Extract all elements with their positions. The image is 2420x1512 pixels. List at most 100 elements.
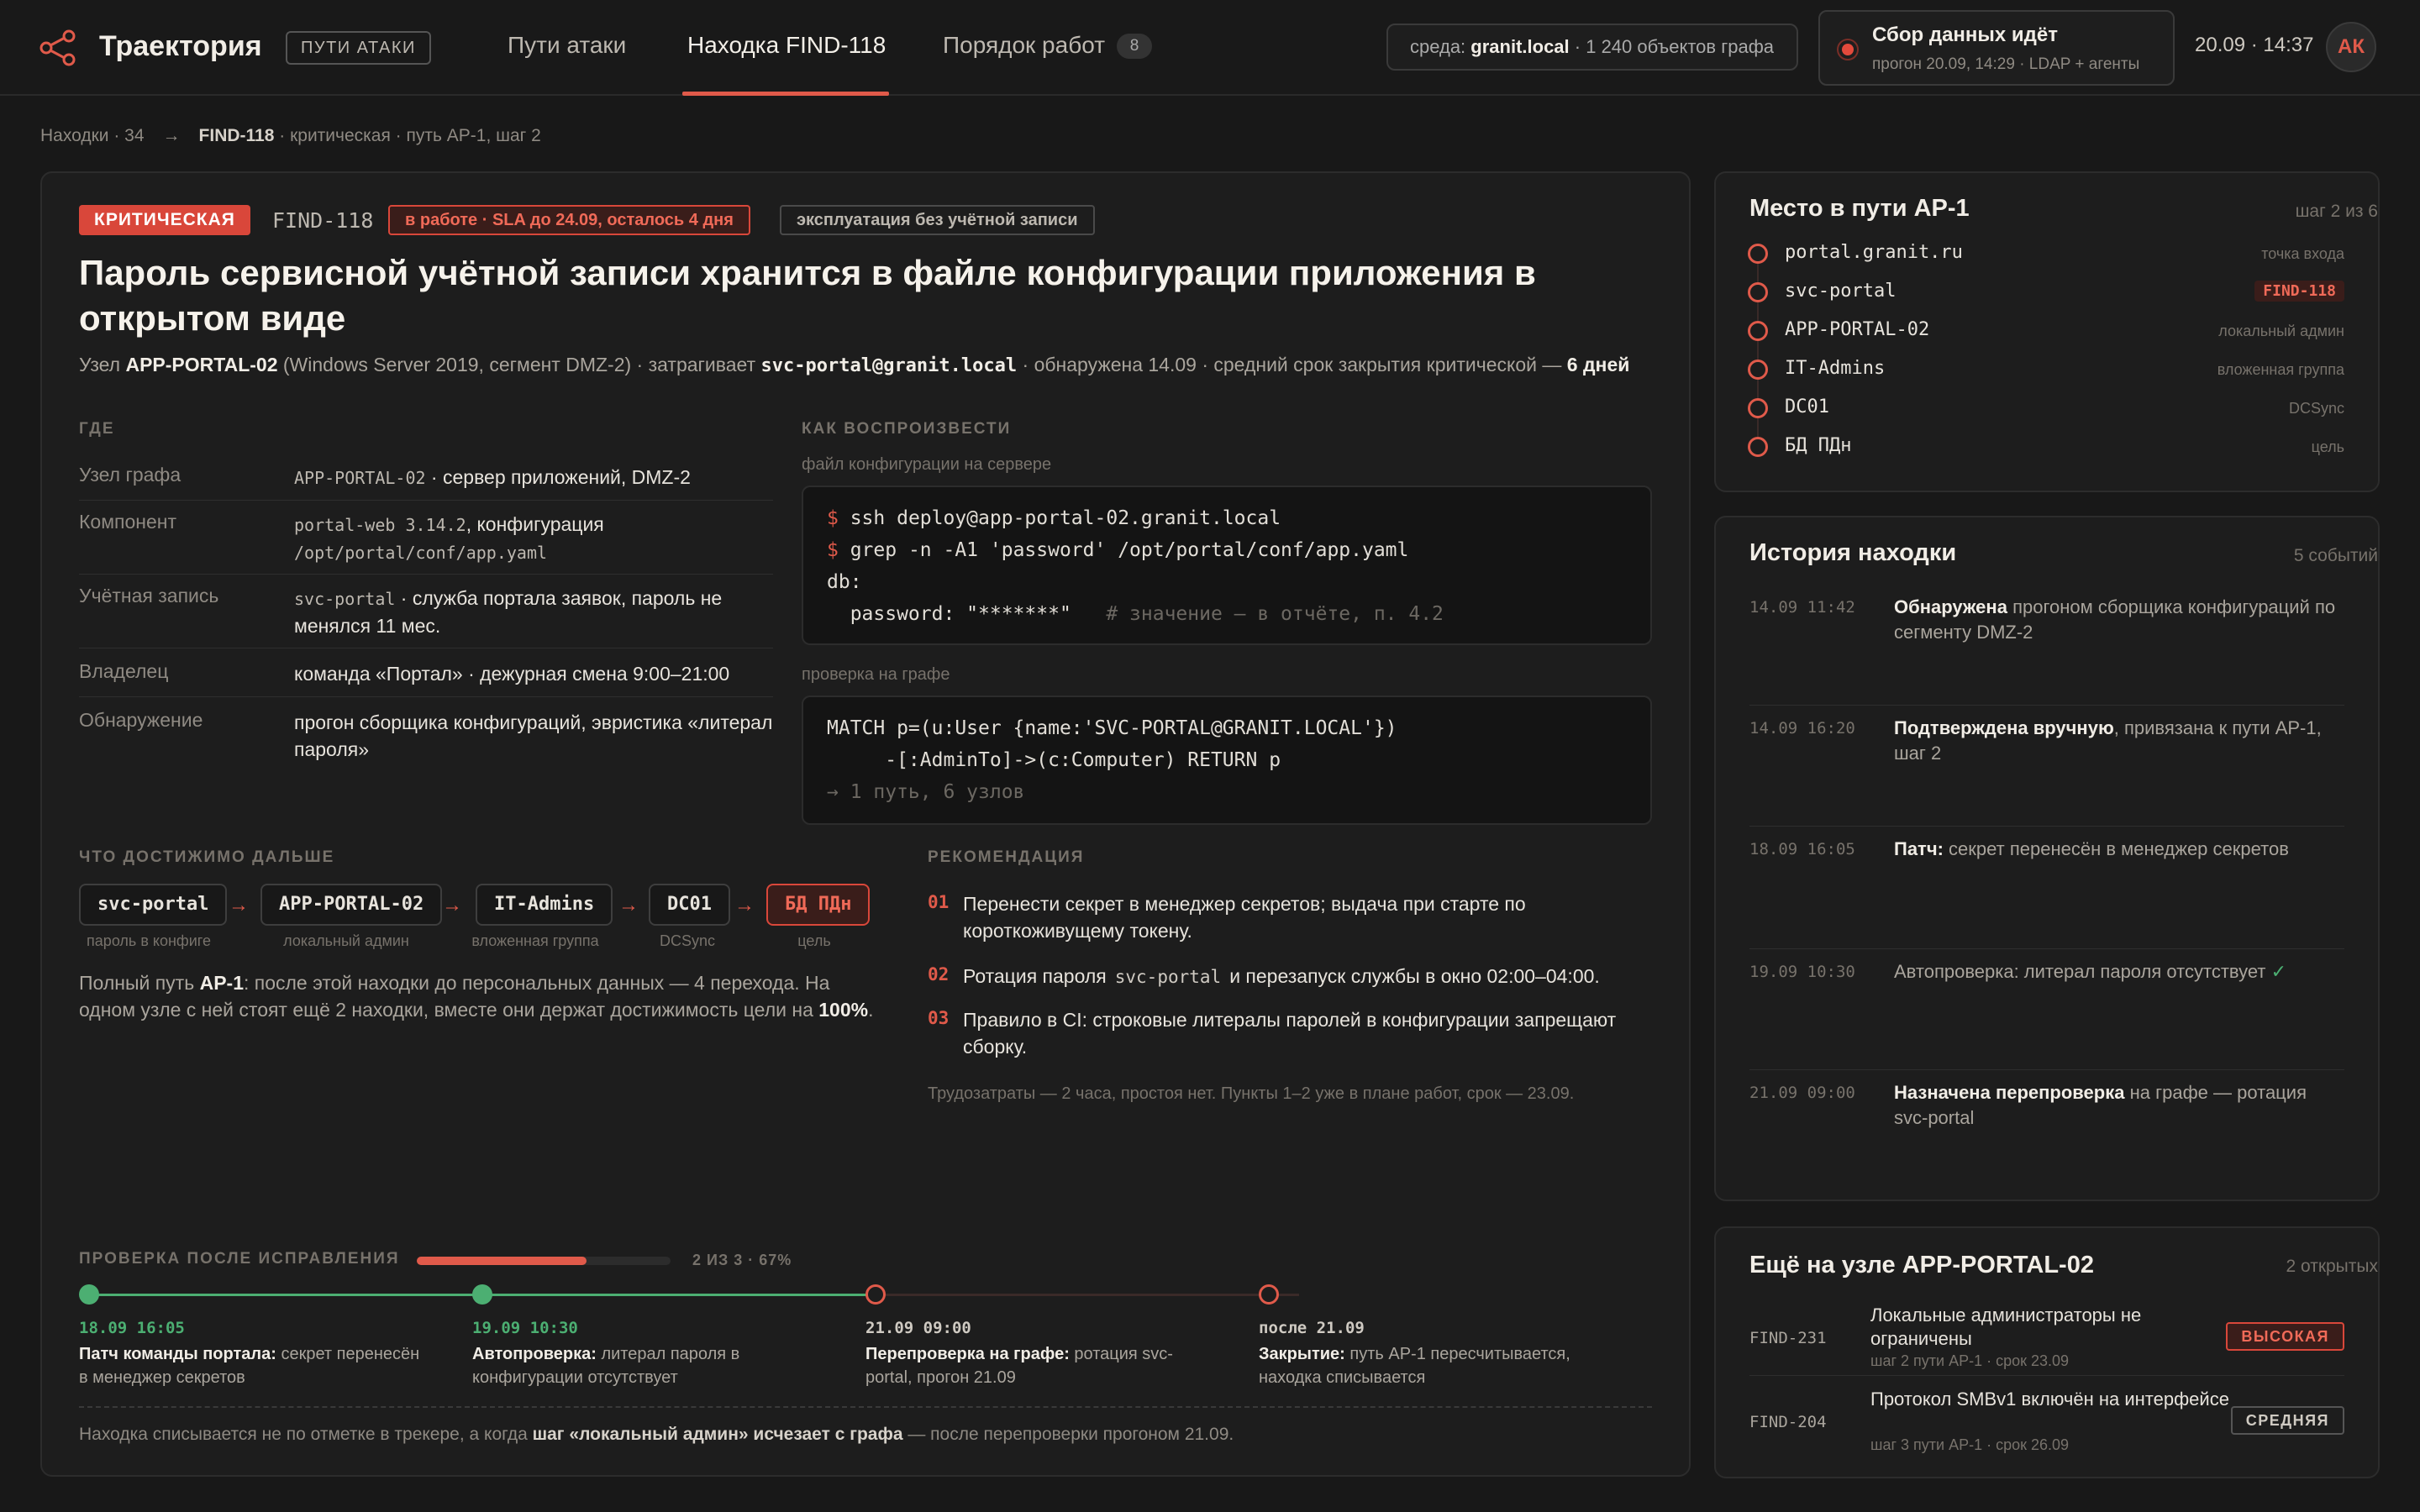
breadcrumb-current: FIND-118 <box>198 126 275 145</box>
reach-text: Полный путь <box>79 972 200 994</box>
graph-logo-icon <box>39 29 76 66</box>
tab-attack-paths[interactable]: Пути атаки <box>508 32 626 59</box>
finding-id: FIND-118 <box>272 208 374 233</box>
path-node[interactable]: APP-PORTAL-02 локальный админ <box>1748 316 2344 349</box>
recommendation-item: 03 Правило в CI: строковые литералы паро… <box>928 1006 1650 1065</box>
verify-label: ПРОВЕРКА ПОСЛЕ ИСПРАВЛЕНИЯ <box>79 1250 400 1268</box>
path-node[interactable]: БД ПДн цель <box>1748 432 2344 465</box>
server-code-block[interactable]: $ ssh deploy@app-portal-02.granit.local … <box>802 486 1652 645</box>
step-date: 18.09 16:05 <box>79 1319 185 1337</box>
chain-node[interactable]: APP-PORTAL-02 <box>260 884 443 926</box>
rec-number: 01 <box>928 892 950 912</box>
sla-badge: в работе · SLA до 24.09, осталось 4 дня <box>388 205 750 235</box>
path-node-current[interactable]: svc-portal FIND-118 <box>1748 277 2344 311</box>
event-date: 14.09 11:42 <box>1749 598 1855 617</box>
path-panel-meta: шаг 2 из 6 <box>2295 202 2378 221</box>
collection-detail: прогон 20.09, 14:29 · LDAP + агенты <box>1872 55 2140 73</box>
event-date: 18.09 16:05 <box>1749 840 1855 858</box>
step-title: Закрытие: <box>1259 1345 1345 1363</box>
shell-prompt: $ <box>827 507 839 529</box>
step-date: 19.09 10:30 <box>472 1319 578 1337</box>
step-date: после 21.09 <box>1259 1319 1365 1337</box>
path-node[interactable]: portal.granit.ru точка входа <box>1748 239 2344 272</box>
footnote-emphasis: шаг «локальный админ» исчезает с графа <box>532 1425 903 1444</box>
code-line: MATCH p=(u:User {name:'SVC-PORTAL@GRANIT… <box>827 717 1397 739</box>
event-date: 14.09 16:20 <box>1749 719 1855 738</box>
arrow-right-icon: → <box>734 894 755 916</box>
tab-work-order[interactable]: Порядок работ 8 <box>943 32 1153 59</box>
node-name: APP-PORTAL-02 <box>1785 319 1930 340</box>
event-text: Патч: секрет перенесён в менеджер секрет… <box>1894 837 2344 862</box>
summary-text: (Windows Server 2019, сегмент DMZ-2) · з… <box>277 354 761 375</box>
event-title: Назначена перепроверка <box>1894 1082 2125 1103</box>
chain-node[interactable]: svc-portal <box>79 884 228 926</box>
timeline-dot-pending <box>865 1284 886 1305</box>
node-role: локальный админ <box>2218 323 2344 339</box>
environment-selector[interactable]: среда: granit.local · 1 240 объектов гра… <box>1386 24 1798 71</box>
rec-text-part: и перезапуск службы в окно 02:00–04:00. <box>1229 965 1600 987</box>
kv-mono-path: /opt/portal/conf/app.yaml <box>294 543 548 563</box>
env-suffix: · 1 240 объектов графа <box>1574 36 1775 57</box>
kv-value: svc-portal · служба портала заявок, паро… <box>294 585 773 639</box>
event-desc: Автопроверка: литерал пароля отсутствует <box>1894 961 2266 982</box>
env-prefix: среда: <box>1410 36 1466 57</box>
history-event: 19.09 10:30 Автопроверка: литерал пароля … <box>1749 959 2344 1070</box>
node-dot-icon <box>1748 244 1768 264</box>
event-title: Патч: <box>1894 838 1944 859</box>
history-event: 18.09 16:05 Патч: секрет перенесён в мене… <box>1749 837 2344 949</box>
arrow-right-icon: → <box>618 894 639 916</box>
chain-node[interactable]: DC01 <box>649 884 730 926</box>
other-finding-id: FIND-231 <box>1749 1329 1827 1347</box>
collection-title: Сбор данных идёт <box>1872 24 2059 46</box>
path-node[interactable]: DC01 DCSync <box>1748 393 2344 427</box>
effort-note: Трудозатраты — 2 часа, простоя нет. Пунк… <box>928 1084 1575 1103</box>
verify-progress-fill <box>417 1257 587 1265</box>
graph-code-block[interactable]: MATCH p=(u:User {name:'SVC-PORTAL@GRANIT… <box>802 696 1652 825</box>
kv-key: Компонент <box>79 511 176 533</box>
chain-node-target[interactable]: БД ПДн <box>766 884 871 926</box>
rec-number: 03 <box>928 1008 950 1028</box>
history-event: 14.09 16:20 Подтверждена вручную, привяза… <box>1749 716 2344 827</box>
reach-text: . <box>868 999 874 1021</box>
chain-caption: DCSync <box>659 932 715 949</box>
code-comment: # значение — в отчёте, п. 4.2 <box>1071 603 1444 625</box>
kv-key: Владелец <box>79 660 169 682</box>
step-title: Патч команды портала: <box>79 1345 276 1363</box>
severity-badge-high: ВЫСОКАЯ <box>2226 1322 2344 1351</box>
code-line: db: <box>827 571 862 593</box>
node-dot-icon <box>1748 437 1768 457</box>
timeline-dot-pending <box>1259 1284 1279 1305</box>
kv-key: Учётная запись <box>79 585 219 606</box>
path-panel-title: Место в пути АР-1 <box>1749 195 1970 222</box>
collection-status[interactable]: Сбор данных идёт прогон 20.09, 14:29 · L… <box>1818 10 2175 86</box>
severity-badge-medium: СРЕДНЯЯ <box>2230 1406 2344 1435</box>
path-node[interactable]: IT-Admins вложенная группа <box>1748 354 2344 388</box>
verify-footnote: Находка списывается не по отметке в трек… <box>79 1425 1234 1445</box>
other-finding-meta: шаг 3 пути АР-1 · срок 26.09 <box>1870 1436 2070 1453</box>
reach-summary: Полный путь АР-1: после этой находки до … <box>79 969 886 1023</box>
arrow-right-icon: → <box>442 894 462 916</box>
rec-text: Ротация пароля svc-portal и перезапуск слу… <box>963 963 1652 990</box>
timeline-segment-todo <box>876 1294 1269 1296</box>
where-label: ГДЕ <box>79 420 115 438</box>
recommend-label: РЕКОМЕНДАЦИЯ <box>928 848 1085 866</box>
other-finding-row[interactable]: FIND-231 Локальные администраторы не огр… <box>1749 1304 2344 1376</box>
timeline-dot-done <box>79 1284 99 1305</box>
divider <box>79 1406 1652 1408</box>
finding-title: Пароль сервисной учётной записи хранится… <box>79 253 1536 338</box>
kv-mono: portal-web 3.14.2 <box>294 515 466 535</box>
kv-mono: APP-PORTAL-02 <box>294 468 426 488</box>
history-title: История находки <box>1749 539 1957 566</box>
chain-node[interactable]: IT-Admins <box>476 884 613 926</box>
user-avatar[interactable]: АК <box>2326 22 2376 72</box>
other-finding-row[interactable]: FIND-204 Протокол SMBv1 включён на интер… <box>1749 1388 2344 1460</box>
tab-label: Находка FIND-118 <box>687 32 886 58</box>
summary-account: svc-portal@granit.local <box>760 355 1018 376</box>
breadcrumb-root[interactable]: Находки · 34 <box>40 126 145 145</box>
tab-finding[interactable]: Находка FIND-118 <box>687 32 886 59</box>
history-event: 21.09 09:00 Назначена перепроверка на гра… <box>1749 1080 2344 1173</box>
history-event: 14.09 11:42 Обнаружена прогоном сборщика … <box>1749 595 2344 706</box>
node-role: вложенная группа <box>2217 361 2344 378</box>
rec-text-part: Ротация пароля <box>963 965 1107 987</box>
reach-path: АР-1 <box>199 972 244 994</box>
